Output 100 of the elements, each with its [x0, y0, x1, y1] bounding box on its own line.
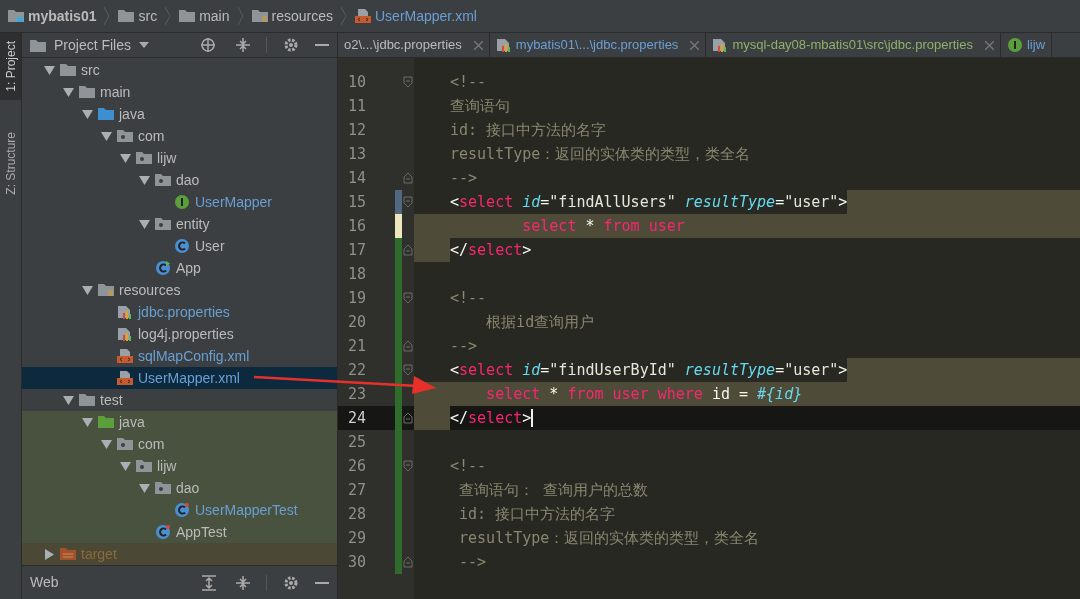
tree-item[interactable]: com [22, 125, 337, 147]
tree-item[interactable]: log4j.properties [22, 323, 337, 345]
expand-all-icon[interactable] [202, 574, 216, 591]
line-number: 28 [348, 503, 367, 525]
line-number: 25 [348, 431, 367, 453]
settings-icon[interactable] [283, 574, 299, 591]
tree-item[interactable]: App [22, 257, 337, 279]
item-label: UserMapper [195, 192, 273, 212]
folder-icon [30, 38, 46, 52]
fold-marker-icon[interactable] [403, 460, 413, 472]
tree-item[interactable]: UserMapper [22, 191, 337, 213]
breadcrumb[interactable]: resources [251, 5, 333, 27]
expanded-arrow-icon[interactable] [44, 64, 55, 76]
fold-marker-icon[interactable] [403, 340, 413, 352]
package-folder-icon [117, 437, 133, 451]
fold-marker-icon[interactable] [403, 244, 413, 256]
item-label: com [138, 434, 165, 454]
editor-tab[interactable]: mybatis01\...\jdbc.properties [489, 33, 707, 57]
code-line: id: 接口中方法的名字 [458, 504, 616, 525]
tree-item[interactable]: com [22, 433, 337, 455]
view-selector[interactable]: Project Files [54, 34, 150, 56]
change-marker[interactable] [395, 358, 402, 382]
expanded-arrow-icon[interactable] [139, 174, 150, 186]
expanded-arrow-icon[interactable] [120, 460, 131, 472]
tree-item[interactable]: lijw [22, 147, 337, 169]
tree-item[interactable]: src [22, 59, 337, 81]
tree-item[interactable]: AppTest [22, 521, 337, 543]
line-number: 24 [348, 407, 367, 429]
code-line: </select> [450, 240, 532, 261]
collapse-all-icon[interactable] [236, 37, 250, 53]
tree-item[interactable]: java [22, 411, 337, 433]
fold-marker-icon[interactable] [403, 76, 413, 88]
tree-item[interactable]: User [22, 235, 337, 257]
fold-marker-icon[interactable] [403, 556, 413, 568]
breadcrumb[interactable]: main [179, 5, 230, 27]
tree-item[interactable]: main [22, 81, 337, 103]
editor-tab[interactable]: o2\...\jdbc.properties [338, 33, 490, 57]
close-icon[interactable] [985, 40, 994, 50]
breadcrumb[interactable]: UserMapper.xml [355, 5, 477, 27]
fold-marker-icon[interactable] [403, 412, 413, 424]
tree-item[interactable]: sqlMapConfig.xml [22, 345, 337, 367]
close-icon[interactable] [473, 40, 483, 50]
collapsed-arrow-icon[interactable] [44, 548, 55, 560]
fold-marker-icon[interactable] [403, 196, 413, 208]
fold-marker-icon[interactable] [403, 292, 413, 304]
change-marker[interactable] [395, 238, 402, 262]
close-icon[interactable] [690, 40, 700, 50]
expanded-arrow-icon[interactable] [82, 284, 93, 296]
editor-tab[interactable]: lijw [1001, 33, 1053, 57]
line-number: 22 [348, 359, 367, 381]
change-marker[interactable] [395, 214, 402, 238]
tree-item[interactable]: UserMapper.xml [22, 367, 337, 389]
expanded-arrow-icon[interactable] [101, 130, 112, 142]
item-label: java [119, 412, 145, 432]
locate-icon[interactable] [200, 37, 216, 53]
expanded-arrow-icon[interactable] [82, 108, 93, 120]
change-marker[interactable] [395, 190, 402, 214]
code-line: <!-- [450, 456, 487, 477]
tool-window-tab[interactable]: Z: Structure [0, 123, 21, 203]
minimize-icon[interactable] [315, 580, 329, 585]
expanded-arrow-icon[interactable] [139, 482, 150, 494]
tree-item[interactable]: test [22, 389, 337, 411]
tree-item[interactable]: java [22, 103, 337, 125]
breadcrumb[interactable]: mybatis01 [8, 5, 97, 27]
fold-marker-icon[interactable] [403, 364, 413, 376]
xml-file-icon [117, 349, 133, 363]
change-marker[interactable] [395, 550, 402, 574]
tree-item[interactable]: resources [22, 279, 337, 301]
folder-icon [79, 85, 95, 99]
chevron-icon [237, 7, 244, 25]
tree-item[interactable]: entity [22, 213, 337, 235]
editor-tab[interactable]: mysql-day08-mbatis01\src\jdbc.properties [706, 33, 1001, 57]
settings-icon[interactable] [283, 37, 299, 53]
item-label: UserMapper.xml [138, 368, 240, 388]
change-marker[interactable] [395, 382, 402, 406]
breadcrumb[interactable]: src [118, 5, 158, 27]
line-number: 15 [348, 191, 367, 213]
expanded-arrow-icon[interactable] [82, 416, 93, 428]
expanded-arrow-icon[interactable] [63, 86, 74, 98]
resources-folder-icon [251, 9, 268, 23]
item-label: dao [176, 170, 200, 190]
code-line: resultType：返回的实体类的类型，类全名 [458, 528, 760, 549]
tree-item[interactable]: lijw [22, 455, 337, 477]
source-folder-icon [98, 107, 114, 121]
tree-item[interactable]: UserMapperTest [22, 499, 337, 521]
tree-item[interactable]: jdbc.properties [22, 301, 337, 323]
package-folder-icon [155, 481, 171, 495]
item-label: resources [119, 280, 181, 300]
fold-marker-icon[interactable] [403, 172, 413, 184]
folder-icon [179, 9, 196, 23]
expanded-arrow-icon[interactable] [101, 438, 112, 450]
tool-window-tab[interactable]: 1: Project [0, 33, 21, 100]
collapse-all-icon[interactable] [236, 574, 250, 591]
tree-item[interactable]: dao [22, 477, 337, 499]
expanded-arrow-icon[interactable] [63, 394, 74, 406]
tree-item[interactable]: dao [22, 169, 337, 191]
expanded-arrow-icon[interactable] [139, 218, 150, 230]
minimize-icon[interactable] [315, 43, 329, 47]
expanded-arrow-icon[interactable] [120, 152, 131, 164]
item-label: jdbc.properties [138, 302, 230, 322]
